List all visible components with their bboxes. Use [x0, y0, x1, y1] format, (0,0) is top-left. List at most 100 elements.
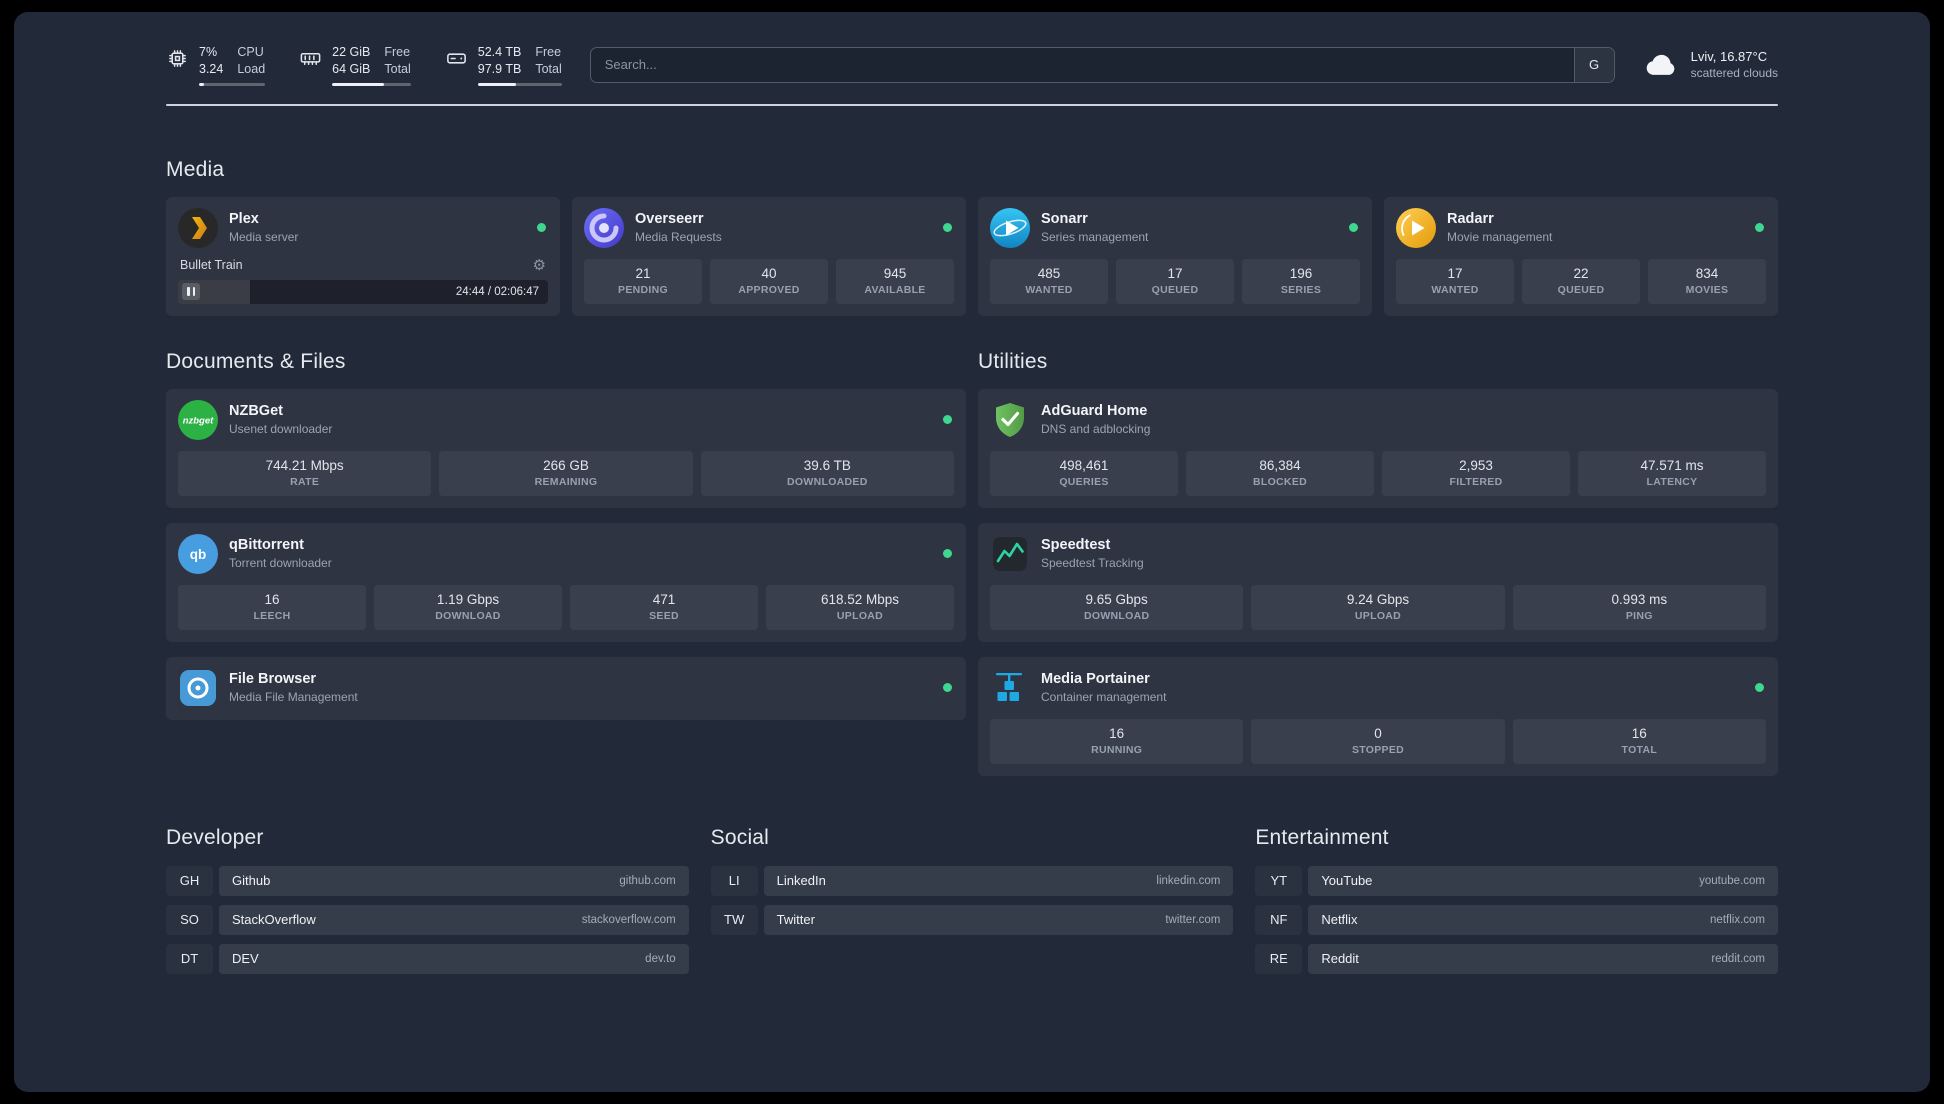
bookmark-link[interactable]: LinkedIn linkedin.com	[763, 865, 1234, 896]
bookmark-abbr: TW	[710, 904, 758, 935]
stat-queries: 498,461 QUERIES	[990, 450, 1178, 496]
sonarr-icon	[990, 207, 1030, 248]
bookmark-link[interactable]: YouTube youtube.com	[1308, 865, 1778, 896]
search-provider-button[interactable]: G	[1573, 47, 1614, 82]
bookmark-github[interactable]: GH Github github.com	[166, 865, 689, 896]
bookmark-group-social: Social LI LinkedIn linkedin.com TW Twitt…	[710, 825, 1234, 983]
status-dot	[1755, 683, 1764, 692]
status-dot	[943, 415, 952, 424]
bookmark-link[interactable]: Github github.com	[219, 865, 689, 896]
status-dot	[943, 223, 952, 232]
service-subtitle: Speedtest Tracking	[1041, 556, 1144, 570]
bookmark-stackoverflow[interactable]: SO StackOverflow stackoverflow.com	[166, 904, 689, 935]
stat-value: 834	[1695, 265, 1719, 281]
cpu-label-top: CPU	[237, 45, 264, 59]
cpu-label-bottom: Load	[237, 62, 266, 77]
stat-value: 1.19 Gbps	[436, 591, 500, 607]
playback-time: 24:44 / 02:06:47	[455, 285, 539, 298]
service-name: Plex	[229, 211, 259, 227]
status-dot	[943, 683, 952, 692]
service-subtitle: Torrent downloader	[229, 556, 332, 570]
bookmark-link[interactable]: DEV dev.to	[219, 943, 689, 974]
stat-seed: 471 SEED	[570, 584, 758, 630]
service-card-sonarr[interactable]: Sonarr Series management 485 WANTED 17 Q…	[978, 196, 1372, 316]
service-card-adguard[interactable]: AdGuard Home DNS and adblocking 498,461 …	[978, 388, 1778, 508]
disk-label-bottom: Total	[535, 62, 562, 77]
bookmark-linkedin[interactable]: LI LinkedIn linkedin.com	[710, 865, 1234, 896]
stat-label: WANTED	[1025, 283, 1073, 296]
stat-label: PING	[1625, 609, 1653, 622]
stat-label: STOPPED	[1351, 743, 1405, 756]
section-documents: Documents & Files nzbget NZBGet Usenet d…	[166, 350, 966, 776]
pause-icon[interactable]	[182, 283, 200, 300]
portainer-icon	[996, 672, 1022, 701]
cpu-icon	[169, 50, 186, 67]
bookmark-link[interactable]: Twitter twitter.com	[763, 904, 1234, 935]
bookmark-name: Netflix	[1321, 912, 1358, 927]
service-card-nzbget[interactable]: nzbget NZBGet Usenet downloader 744.21 M…	[166, 388, 966, 508]
stat-available: 945 AVAILABLE	[836, 258, 954, 304]
service-name: NZBGet	[229, 403, 283, 419]
stat-label: REMAINING	[534, 475, 598, 488]
service-name: Speedtest	[1041, 537, 1111, 553]
service-subtitle: Media Requests	[635, 230, 722, 244]
bookmark-netflix[interactable]: NF Netflix netflix.com	[1255, 904, 1778, 935]
gear-icon[interactable]: ⚙	[533, 258, 546, 273]
section-heading-documents: Documents & Files	[166, 349, 346, 373]
service-card-portainer[interactable]: Media Portainer Container management 16 …	[978, 656, 1778, 776]
stat-series: 196 SERIES	[1242, 258, 1360, 304]
service-card-overseerr[interactable]: Overseerr Media Requests 21 PENDING 40 A…	[572, 196, 966, 316]
bookmark-link[interactable]: StackOverflow stackoverflow.com	[219, 904, 689, 935]
status-dot	[1349, 223, 1358, 232]
disk-total-value: 97.9 TB	[477, 62, 522, 77]
stat-value: 86,384	[1259, 457, 1301, 473]
bookmark-twitter[interactable]: TW Twitter twitter.com	[710, 904, 1234, 935]
now-playing-title: Bullet Train	[180, 258, 243, 272]
stat-label: PENDING	[618, 283, 668, 296]
bookmark-group-entertainment: Entertainment YT YouTube youtube.com NF …	[1255, 826, 1778, 983]
disk-label-top: Free	[535, 45, 562, 59]
service-name: Sonarr	[1041, 211, 1088, 227]
search-bar[interactable]: G	[589, 46, 1615, 83]
bookmark-abbr: RE	[1255, 943, 1303, 974]
memory-widget: 22 GiB 64 GiB Free Total	[299, 44, 411, 86]
stat-upload: 618.52 Mbps UPLOAD	[766, 584, 954, 630]
service-card-plex[interactable]: Plex Media server Bullet Train ⚙ 24:44 /…	[166, 196, 560, 316]
cloud-icon	[1646, 54, 1674, 75]
cpu-usage-value: 7%	[199, 45, 218, 59]
service-subtitle: DNS and adblocking	[1041, 422, 1151, 436]
service-name: Radarr	[1447, 211, 1494, 227]
service-card-qbittorrent[interactable]: qb qBittorrent Torrent downloader 16 LEE…	[166, 522, 966, 642]
stat-label: LATENCY	[1646, 475, 1698, 488]
playback-progress-bar[interactable]: 24:44 / 02:06:47	[178, 279, 548, 304]
bookmark-link[interactable]: Reddit reddit.com	[1308, 943, 1778, 974]
stat-label: UPLOAD	[836, 609, 884, 622]
status-dot	[1755, 223, 1764, 232]
bookmark-name: Reddit	[1321, 951, 1359, 966]
bookmark-reddit[interactable]: RE Reddit reddit.com	[1255, 943, 1778, 974]
service-subtitle: Usenet downloader	[229, 422, 333, 436]
service-name: Media Portainer	[1041, 671, 1150, 687]
stat-wanted: 485 WANTED	[990, 258, 1108, 304]
stat-filtered: 2,953 FILTERED	[1382, 450, 1570, 496]
stat-value: 0.993 ms	[1611, 591, 1668, 607]
stat-value: 16	[1109, 725, 1125, 741]
bookmark-name: Twitter	[776, 912, 815, 927]
service-card-radarr[interactable]: Radarr Movie management 17 WANTED 22 QUE…	[1384, 196, 1778, 316]
bookmark-abbr: DT	[166, 943, 213, 974]
bookmark-youtube[interactable]: YT YouTube youtube.com	[1255, 865, 1778, 896]
search-input[interactable]	[590, 47, 1574, 82]
adguard-icon	[996, 402, 1024, 437]
stat-label: MOVIES	[1685, 283, 1729, 296]
stat-value: 618.52 Mbps	[820, 591, 900, 607]
bookmark-name: StackOverflow	[232, 912, 316, 927]
bookmark-link[interactable]: Netflix netflix.com	[1308, 904, 1778, 935]
stat-value: 0	[1374, 725, 1382, 741]
section-heading-social: Social	[710, 825, 770, 849]
bookmark-dev[interactable]: DT DEV dev.to	[166, 943, 689, 974]
service-card-speedtest[interactable]: Speedtest Speedtest Tracking 9.65 Gbps D…	[978, 522, 1778, 642]
service-name: qBittorrent	[229, 537, 304, 553]
service-card-filebrowser[interactable]: File Browser Media File Management	[166, 656, 966, 720]
svg-text:qb: qb	[190, 547, 207, 562]
stat-pending: 21 PENDING	[584, 258, 702, 304]
